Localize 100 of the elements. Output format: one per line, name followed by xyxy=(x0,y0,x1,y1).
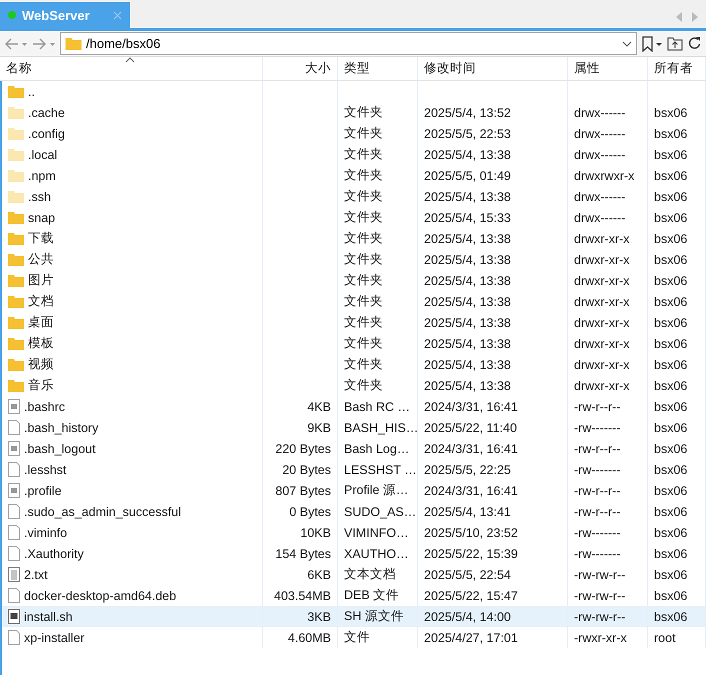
file-name[interactable]: 模板 xyxy=(28,335,54,352)
forward-button[interactable] xyxy=(32,36,56,50)
file-name[interactable]: 2.txt xyxy=(24,568,48,582)
file-name[interactable]: 下载 xyxy=(28,230,54,247)
back-button[interactable] xyxy=(4,36,28,50)
file-attributes: -rw------- xyxy=(574,526,620,540)
address-bar[interactable]: /home/bsx06 xyxy=(60,32,637,55)
file-size: 220 Bytes xyxy=(275,442,331,456)
file-name[interactable]: install.sh xyxy=(24,610,73,624)
modified-time: 2025/5/4, 13:38 xyxy=(424,274,511,288)
file-type: 文件夹 xyxy=(344,125,383,142)
parent-folder-button[interactable] xyxy=(667,36,683,51)
file-name[interactable]: .sudo_as_admin_successful xyxy=(24,504,182,518)
file-name[interactable]: 图片 xyxy=(28,272,54,289)
file-attributes: drwxr-xr-x xyxy=(574,252,630,266)
file-type: 文件夹 xyxy=(344,272,383,289)
file-attributes: drwx------ xyxy=(574,106,626,120)
file-name[interactable]: .bashrc xyxy=(24,400,65,414)
folder-icon xyxy=(8,232,24,245)
file-attributes: -rw-r--r-- xyxy=(574,484,620,498)
file-type: 文件夹 xyxy=(344,167,383,184)
file-name[interactable]: .bash_logout xyxy=(24,442,96,456)
folder-icon xyxy=(8,337,24,350)
modified-time: 2025/5/4, 13:38 xyxy=(424,336,511,350)
file-size: 0 Bytes xyxy=(289,504,331,518)
file-name[interactable]: .config xyxy=(28,126,65,140)
file-owner: bsx06 xyxy=(654,526,688,540)
file-name[interactable]: .. xyxy=(28,84,35,98)
file-size: 4KB xyxy=(307,400,331,414)
file-attributes: -rw-rw-r-- xyxy=(574,610,626,624)
file-attributes: drwxr-xr-x xyxy=(574,378,630,392)
file-name[interactable]: .npm xyxy=(28,168,56,182)
folder-icon xyxy=(8,106,24,119)
modified-time: 2025/5/10, 23:52 xyxy=(424,526,518,540)
dropdown-icon[interactable] xyxy=(622,40,632,46)
file-name[interactable]: .profile xyxy=(24,484,62,498)
file-name[interactable]: 桌面 xyxy=(28,314,54,331)
file-size: 4.60MB xyxy=(288,630,331,644)
text-file-icon xyxy=(8,567,20,582)
file-size: 10KB xyxy=(300,526,331,540)
file-name[interactable]: .ssh xyxy=(28,190,51,204)
modified-time: 2025/5/22, 15:47 xyxy=(424,588,518,602)
column-header[interactable]: 类型 xyxy=(338,57,418,80)
file-name[interactable]: 音乐 xyxy=(28,377,54,394)
column-header[interactable]: 属性 xyxy=(568,57,648,80)
file-attributes: -rw-r--r-- xyxy=(574,504,620,518)
file-size: 9KB xyxy=(307,420,331,434)
file-name[interactable]: snap xyxy=(28,210,56,224)
file-owner: bsx06 xyxy=(654,148,688,162)
column-header[interactable]: 名称 xyxy=(0,57,263,80)
column-header[interactable]: 大小 xyxy=(263,57,338,80)
folder-icon xyxy=(8,295,24,308)
file-name[interactable]: .lesshst xyxy=(24,462,66,476)
modified-time: 2025/5/4, 13:38 xyxy=(424,294,511,308)
file-icon xyxy=(8,630,20,645)
file-name[interactable]: .viminfo xyxy=(24,526,68,540)
bookmark-button[interactable] xyxy=(641,36,663,52)
folder-icon xyxy=(8,253,24,266)
folder-icon xyxy=(8,127,24,140)
file-attributes: -rw------- xyxy=(574,546,620,560)
file-name[interactable]: .local xyxy=(28,148,58,162)
modified-time: 2025/5/4, 13:38 xyxy=(424,190,511,204)
status-dot-icon xyxy=(8,11,16,19)
file-name[interactable]: xp-installer xyxy=(24,630,84,644)
file-attributes: drwxr-xr-x xyxy=(574,232,630,246)
file-owner: bsx06 xyxy=(654,400,688,414)
file-attributes: drwxr-xr-x xyxy=(574,316,630,330)
script-file-icon xyxy=(8,609,20,624)
folder-icon xyxy=(8,211,24,224)
modified-time: 2024/3/31, 16:41 xyxy=(424,484,518,498)
file-name[interactable]: docker-desktop-amd64.deb xyxy=(24,588,176,602)
close-icon[interactable] xyxy=(113,10,122,20)
file-owner: bsx06 xyxy=(654,378,688,392)
file-type: Bash RC … xyxy=(344,400,410,414)
scroll-left-icon[interactable] xyxy=(676,12,682,22)
file-type: DEB 文件 xyxy=(344,587,400,604)
file-owner: bsx06 xyxy=(654,610,688,624)
column-header[interactable]: 所有者 xyxy=(648,57,706,80)
modified-time: 2025/5/4, 13:38 xyxy=(424,316,511,330)
file-name[interactable]: .bash_history xyxy=(24,420,98,434)
file-type: XAUTHO… xyxy=(344,546,409,560)
column-header[interactable]: 修改时间 xyxy=(418,57,568,80)
scroll-right-icon[interactable] xyxy=(692,12,698,22)
file-icon xyxy=(8,483,20,498)
file-attributes: -rw-rw-r-- xyxy=(574,588,626,602)
file-name[interactable]: 文档 xyxy=(28,293,54,310)
file-name[interactable]: .cache xyxy=(28,106,65,120)
modified-time: 2025/5/5, 22:25 xyxy=(424,462,511,476)
file-owner: bsx06 xyxy=(654,252,688,266)
modified-time: 2025/5/22, 11:40 xyxy=(424,420,517,434)
file-owner: bsx06 xyxy=(654,546,688,560)
file-name[interactable]: 视频 xyxy=(28,356,54,373)
modified-time: 2025/5/5, 01:49 xyxy=(424,168,511,182)
file-name[interactable]: 公共 xyxy=(28,251,54,268)
folder-icon xyxy=(65,37,82,50)
modified-time: 2025/5/5, 22:54 xyxy=(424,568,511,582)
refresh-button[interactable] xyxy=(687,36,702,51)
file-icon xyxy=(8,420,20,435)
file-name[interactable]: .Xauthority xyxy=(24,546,84,560)
modified-time: 2025/5/4, 13:38 xyxy=(424,378,511,392)
